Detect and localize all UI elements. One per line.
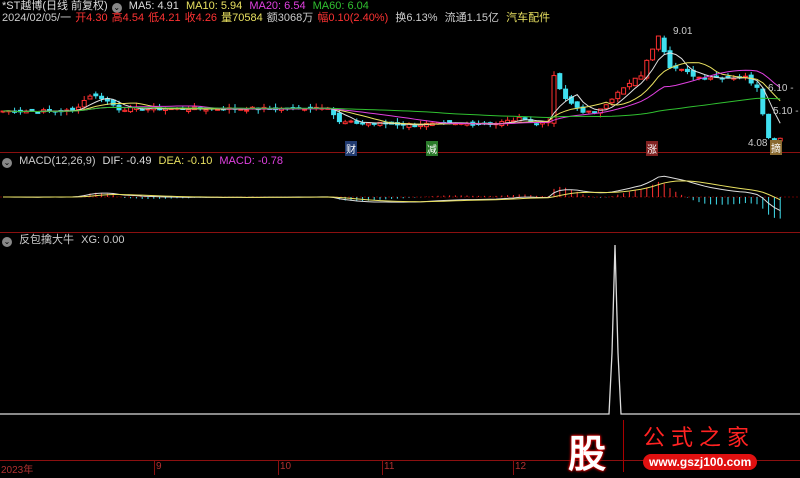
- logo-char: 股: [568, 434, 607, 476]
- marker-jian[interactable]: 减: [426, 141, 438, 156]
- ma20-label: MA20: 6.54: [249, 0, 306, 12]
- candle: [563, 85, 569, 102]
- candle: [383, 119, 389, 129]
- quote-amount: 额3068万: [266, 12, 314, 24]
- candle: [505, 116, 511, 126]
- axis-label: 12: [513, 461, 526, 475]
- macd-dif: DIF: -0.49: [102, 155, 152, 167]
- stock-title: *ST越博(日线 前复权): [2, 0, 108, 12]
- ma60-line: [2, 97, 781, 119]
- candle: [319, 104, 325, 111]
- marker-cai[interactable]: 财: [345, 141, 357, 156]
- quote-high: 高4.54: [111, 12, 145, 24]
- chevron-down-icon[interactable]: ⌄: [2, 237, 12, 247]
- candle: [661, 35, 667, 55]
- macd-title: MACD(12,26,9): [19, 155, 96, 167]
- chevron-down-icon[interactable]: ⌄: [2, 158, 12, 168]
- candle: [673, 62, 679, 72]
- candle: [371, 122, 377, 127]
- low-price-label: 4.08: [748, 138, 768, 149]
- candle: [650, 48, 656, 62]
- candle: [667, 46, 673, 69]
- candle: [580, 104, 586, 114]
- logo-url: www.gszj100.com: [643, 454, 758, 470]
- xg-header: ⌄ 反包擒大牛 XG: 0.00: [2, 234, 129, 247]
- candle: [313, 103, 319, 111]
- axis-label: 11: [382, 461, 394, 475]
- ma20-line: [2, 69, 781, 125]
- quote-float: 流通1.15亿: [444, 12, 500, 24]
- candle: [742, 72, 748, 81]
- logo-name: 公式之家: [643, 425, 756, 450]
- xg-line: [0, 244, 800, 415]
- ma5-line: [2, 52, 781, 126]
- axis-label: 9: [154, 461, 162, 475]
- ma5-label: MA5: 4.91: [128, 0, 179, 12]
- logo-divider: [623, 420, 624, 472]
- candle: [621, 87, 627, 95]
- axis-label: 2023年: [1, 465, 34, 476]
- marker-zhai[interactable]: 摘: [770, 140, 782, 155]
- candle: [12, 107, 18, 114]
- quote-sector[interactable]: 汽车配件: [506, 12, 550, 24]
- candle: [17, 107, 23, 115]
- quote-volume: 量70584: [221, 12, 263, 24]
- candle: [586, 110, 592, 114]
- ma60-label: MA60: 6.04: [312, 0, 369, 12]
- quote-date: 2024/02/05/一: [2, 12, 72, 24]
- candle: [557, 72, 563, 90]
- axis-label: 10: [278, 461, 291, 475]
- candle: [679, 68, 685, 72]
- candle: [93, 91, 99, 99]
- macd-dea: DEA: -0.10: [158, 155, 213, 167]
- quote-close: 收4.26: [184, 12, 218, 24]
- candle: [708, 76, 714, 81]
- macd-header: ⌄ MACD(12,26,9) DIF: -0.49 DEA: -0.10 MA…: [2, 155, 287, 168]
- candle: [638, 71, 644, 80]
- candle: [615, 90, 621, 103]
- quote-change: 幅0.10(2.40%): [317, 12, 389, 24]
- ma10-label: MA10: 5.94: [185, 0, 243, 12]
- quote-turnover: 换6.13%: [395, 12, 438, 24]
- marker-zhang[interactable]: 涨: [646, 141, 658, 156]
- candle: [70, 106, 76, 113]
- candle: [632, 77, 638, 87]
- candle: [690, 65, 696, 81]
- candle: [365, 122, 371, 128]
- candle: [574, 101, 580, 111]
- high-price-label: 9.01: [673, 26, 693, 37]
- macd-value: MACD: -0.78: [219, 155, 283, 167]
- scale-label-2: 5.10 -: [773, 106, 799, 117]
- candle: [539, 121, 545, 128]
- candle: [766, 113, 772, 140]
- candle: [87, 94, 93, 100]
- dif-line: [2, 175, 781, 212]
- candle: [655, 35, 661, 52]
- candle: [203, 109, 209, 115]
- quote-low: 低4.21: [148, 12, 181, 24]
- quote-open: 开4.30: [75, 12, 108, 24]
- candle: [99, 92, 105, 103]
- ma10-line: [2, 62, 781, 125]
- candle: [46, 105, 52, 114]
- xg-title: 反包擒大牛: [19, 234, 75, 246]
- xg-value: XG: 0.00: [81, 234, 125, 246]
- candle: [400, 121, 406, 130]
- candle: [342, 119, 348, 125]
- candle: [551, 71, 557, 127]
- candle: [75, 103, 81, 114]
- candle: [58, 108, 64, 116]
- quote-row: 2024/02/05/一 开4.30 高4.54 低4.21 收4.26 量70…: [2, 12, 554, 25]
- scale-label-1: 6.10 -: [768, 83, 794, 94]
- watermark-logo: 股 公式之家 www.gszj100.com: [558, 418, 798, 476]
- candle: [348, 119, 354, 124]
- candle: [493, 121, 499, 129]
- candle: [626, 79, 632, 90]
